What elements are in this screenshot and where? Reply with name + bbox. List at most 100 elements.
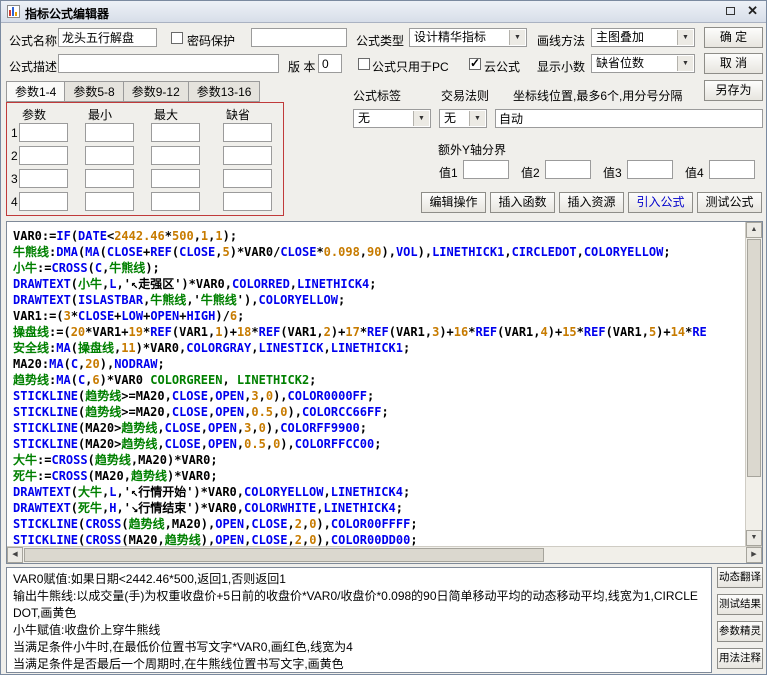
translation-line: 输出牛熊线:以成交量(手)为权重收盘价+5日前的收盘价*VAR0/收盘价*0.0… — [13, 589, 698, 620]
code-line: DRAWTEXT(死牛,H,'↘行情结束')*VAR0,COLORWHITE,L… — [13, 501, 403, 515]
vertical-scroll-thumb[interactable] — [747, 239, 761, 477]
param-input-r2c3[interactable] — [151, 146, 200, 165]
insert-resource-button[interactable]: 插入资源 — [559, 192, 624, 213]
param-tab-strip: 参数1-4 参数5-8 参数9-12 参数13-16 — [6, 81, 261, 102]
formula-name-input[interactable] — [58, 28, 157, 47]
param-column-header: 最小 — [88, 108, 113, 122]
test-formula-button[interactable]: 测试公式 — [697, 192, 762, 213]
coord-line-label: 坐标线位置,最多6个,用分号分隔 — [513, 89, 683, 103]
insert-function-button[interactable]: 插入函数 — [490, 192, 555, 213]
chevron-down-icon[interactable]: ▼ — [509, 30, 525, 45]
param-input-r3c3[interactable] — [151, 169, 200, 188]
param-table-panel: 参数 最小 最大 缺省 1234 — [6, 102, 284, 216]
import-formula-button[interactable]: 引入公式 — [628, 192, 693, 213]
chevron-down-icon[interactable]: ▼ — [469, 111, 485, 126]
code-text-area[interactable]: VAR0:=IF(DATE<2442.46*500,1,1); 牛熊线:DMA(M… — [7, 222, 745, 546]
param-input-r3c2[interactable] — [85, 169, 134, 188]
tab-参数9-12[interactable]: 参数9-12 — [122, 81, 188, 102]
dynamic-translate-button[interactable]: 动态翻译 — [717, 567, 763, 588]
trade-rule-label: 交易法则 — [441, 89, 490, 103]
version-input[interactable] — [318, 54, 342, 73]
scroll-left-icon[interactable]: ◀ — [7, 547, 23, 563]
test-result-button[interactable]: 测试结果 — [717, 594, 763, 615]
param-input-r4c2[interactable] — [85, 192, 134, 211]
code-line: 牛熊线:DMA(MA(CLOSE+REF(CLOSE,5)*VAR0/CLOSE… — [13, 245, 671, 259]
chevron-down-icon[interactable]: ▼ — [677, 30, 693, 45]
decimal-select[interactable]: 缺省位数 ▼ — [591, 54, 695, 73]
param-wizard-button[interactable]: 参数精灵 — [717, 621, 763, 642]
chevron-down-icon[interactable]: ▼ — [677, 56, 693, 71]
param-input-r2c1[interactable] — [19, 146, 68, 165]
translation-line: 当满足条件是否最后一个周期时,在牛熊线位置书写文字,画黄色 — [13, 657, 344, 671]
password-protect-label: 密码保护 — [187, 34, 236, 48]
coord-line-input[interactable] — [495, 109, 763, 128]
y-axis-value-label: 值4 — [685, 166, 704, 180]
usage-notes-button[interactable]: 用法注释 — [717, 648, 763, 669]
code-line: DRAWTEXT(大牛,L,'↖行情开始')*VAR0,COLORYELLOW,… — [13, 485, 411, 499]
password-input[interactable] — [251, 28, 347, 47]
code-line: STICKLINE(趋势线>=MA20,CLOSE,OPEN,3,0),COLO… — [13, 389, 375, 403]
scroll-down-icon[interactable]: ▼ — [746, 530, 762, 546]
horizontal-scroll-thumb[interactable] — [24, 548, 544, 562]
param-input-r4c3[interactable] — [151, 192, 200, 211]
code-line: 死牛:=CROSS(MA20,趋势线)*VAR0; — [13, 469, 218, 483]
chevron-down-icon[interactable]: ▼ — [413, 111, 429, 126]
code-line: 大牛:=CROSS(趋势线,MA20)*VAR0; — [13, 453, 218, 467]
ok-button[interactable]: 确 定 — [704, 27, 763, 48]
formula-desc-input[interactable] — [58, 54, 279, 73]
dynamic-translation-panel: VAR0赋值:如果日期<2442.46*500,返回1,否则返回1 输出牛熊线:以… — [6, 567, 712, 673]
y-axis-value-label: 值1 — [439, 166, 458, 180]
code-line: VAR1:=(3*CLOSE+LOW+OPEN+HIGH)/6; — [13, 309, 245, 323]
title-bar: 指标公式编辑器 ✕ — [1, 1, 766, 23]
cloud-formula-label: 云公式 — [484, 60, 521, 74]
draw-method-select[interactable]: 主图叠加 ▼ — [591, 28, 695, 47]
y-axis-value-input-4[interactable] — [709, 160, 755, 179]
translation-line: 小牛赋值:收盘价上穿牛熊线 — [13, 623, 161, 637]
pc-only-label: 公式只用于PC — [372, 60, 449, 74]
code-line: DRAWTEXT(ISLASTBAR,牛熊线,'牛熊线'),COLORYELLO… — [13, 293, 346, 307]
close-icon[interactable]: ✕ — [747, 4, 758, 17]
cloud-formula-checkbox[interactable] — [469, 56, 481, 70]
scroll-right-icon[interactable]: ▶ — [746, 547, 762, 563]
pc-only-checkbox[interactable] — [358, 58, 370, 70]
code-line: STICKLINE(CROSS(MA20,趋势线),OPEN,CLOSE,2,0… — [13, 533, 418, 546]
cancel-button[interactable]: 取 消 — [704, 53, 763, 74]
param-input-r4c4[interactable] — [223, 192, 272, 211]
param-input-r1c1[interactable] — [19, 123, 68, 142]
tab-参数1-4[interactable]: 参数1-4 — [6, 81, 65, 102]
param-column-header: 最大 — [154, 108, 179, 122]
save-as-button[interactable]: 另存为 — [704, 80, 763, 101]
code-line: 趋势线:MA(C,6)*VAR0 COLORGREEN, LINETHICK2; — [13, 373, 317, 387]
formula-tag-select[interactable]: 无 ▼ — [353, 109, 431, 128]
param-input-r4c1[interactable] — [19, 192, 68, 211]
param-input-r2c2[interactable] — [85, 146, 134, 165]
param-input-r2c4[interactable] — [223, 146, 272, 165]
app-icon — [7, 5, 20, 18]
horizontal-scrollbar[interactable]: ◀ ▶ — [7, 546, 762, 563]
param-input-r1c2[interactable] — [85, 123, 134, 142]
formula-tag-label: 公式标签 — [353, 89, 402, 103]
indicator-formula-editor-window: 指标公式编辑器 ✕ 公式名称 密码保护 公式类型 设计精华指标 ▼ 画线方法 主… — [0, 0, 767, 675]
formula-type-select[interactable]: 设计精华指标 ▼ — [409, 28, 527, 47]
param-input-r3c4[interactable] — [223, 169, 272, 188]
password-protect-checkbox[interactable] — [171, 32, 183, 44]
y-axis-value-input-2[interactable] — [545, 160, 591, 179]
tab-参数13-16[interactable]: 参数13-16 — [187, 81, 261, 102]
param-input-r3c1[interactable] — [19, 169, 68, 188]
vertical-scrollbar[interactable]: ▲ ▼ — [745, 222, 762, 546]
scroll-up-icon[interactable]: ▲ — [746, 222, 762, 238]
param-input-r1c4[interactable] — [223, 123, 272, 142]
translation-line: VAR0赋值:如果日期<2442.46*500,返回1,否则返回1 — [13, 572, 286, 586]
code-line: 操盘线:=(20*VAR1+19*REF(VAR1,1)+18*REF(VAR1… — [13, 325, 707, 339]
maximize-icon[interactable] — [726, 7, 736, 15]
formula-code-editor: VAR0:=IF(DATE<2442.46*500,1,1); 牛熊线:DMA(M… — [6, 221, 763, 564]
code-line: STICKLINE(趋势线>=MA20,CLOSE,OPEN,0.5,0),CO… — [13, 405, 389, 419]
y-axis-value-input-1[interactable] — [463, 160, 509, 179]
code-line: MA20:MA(C,20),NODRAW; — [13, 357, 165, 371]
trade-rule-select[interactable]: 无 ▼ — [439, 109, 487, 128]
param-input-r1c3[interactable] — [151, 123, 200, 142]
param-column-header: 参数 — [22, 108, 47, 122]
tab-参数5-8[interactable]: 参数5-8 — [64, 81, 123, 102]
edit-operation-button[interactable]: 编辑操作 — [421, 192, 486, 213]
y-axis-value-input-3[interactable] — [627, 160, 673, 179]
